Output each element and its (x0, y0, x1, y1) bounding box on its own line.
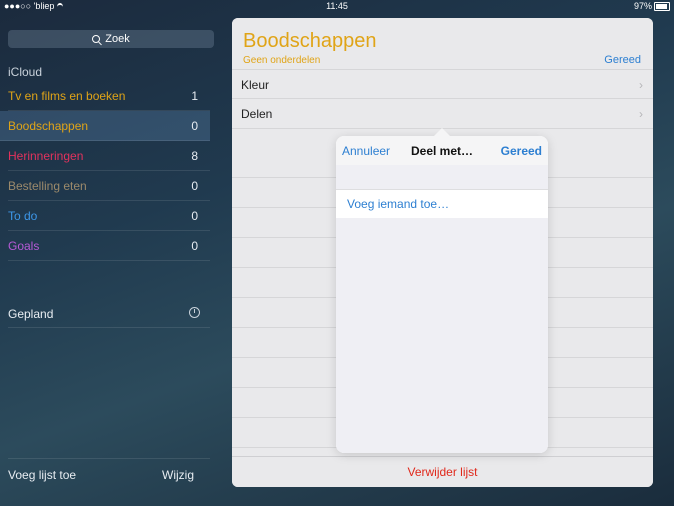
list-count: 0 (191, 119, 198, 133)
battery-percent: 97% (633, 1, 652, 11)
delete-list-button[interactable]: Verwijder lijst (232, 465, 653, 479)
popover-body (336, 218, 548, 453)
add-person-label: Voeg iemand toe… (347, 197, 450, 211)
list-name: Goals (8, 239, 40, 253)
row-delen[interactable]: Delen › (232, 98, 653, 128)
alarm-clock-icon (189, 307, 200, 318)
list-count: 8 (191, 149, 198, 163)
list-count: 0 (191, 239, 198, 253)
list-count: 0 (191, 209, 198, 223)
popover-navbar: Annuleer Deel met… Gereed (336, 136, 548, 166)
search-placeholder: Zoek (105, 33, 130, 45)
chevron-right-icon: › (639, 107, 643, 121)
sidebar-item-bestelling[interactable]: Bestelling eten 0 (8, 171, 210, 201)
row-label: Delen (241, 107, 273, 121)
status-bar: ●●●○○ 'bliep 11:45 97% (0, 0, 674, 12)
sidebar-item-boodschappen[interactable]: Boodschappen 0 (0, 111, 210, 141)
search-icon (92, 35, 101, 43)
list-title: Boodschappen (243, 30, 377, 52)
list-subtitle: Geen onderdelen (243, 55, 321, 66)
done-button[interactable]: Gereed (604, 54, 641, 66)
sidebar-item-goals[interactable]: Goals 0 (8, 231, 210, 261)
sidebar-item-gepland[interactable]: Gepland (8, 299, 210, 328)
list-name: Bestelling eten (8, 179, 87, 193)
add-person-button[interactable]: Voeg iemand toe… (336, 189, 548, 219)
sidebar-toolbar: Voeg lijst toe Wijzig (8, 458, 210, 489)
sidebar-item-tv[interactable]: Tv en films en boeken 1 (8, 81, 210, 111)
chevron-right-icon: › (639, 78, 643, 92)
list-name: Tv en films en boeken (8, 89, 126, 103)
sidebar-list: Tv en films en boeken 1 Boodschappen 0 H… (0, 81, 210, 261)
list-count: 1 (191, 89, 198, 103)
battery-icon (654, 2, 670, 11)
share-popover: Annuleer Deel met… Gereed Voeg iemand to… (336, 128, 548, 453)
section-label-icloud: iCloud (8, 65, 43, 79)
add-list-button[interactable]: Voeg lijst toe (8, 468, 76, 482)
list-footer: Verwijder lijst (232, 456, 653, 487)
list-count: 0 (191, 179, 198, 193)
edit-button[interactable]: Wijzig (162, 468, 194, 482)
sidebar-item-herinneringen[interactable]: Herinneringen 8 (8, 141, 210, 171)
planned-label: Gepland (8, 307, 54, 321)
popover-done-button[interactable]: Gereed (501, 144, 542, 158)
popover-spacer (336, 165, 548, 189)
sidebar-item-todo[interactable]: To do 0 (8, 201, 210, 231)
search-field[interactable]: Zoek (8, 30, 214, 48)
list-name: Boodschappen (8, 119, 89, 133)
row-label: Kleur (241, 78, 270, 92)
clock: 11:45 (326, 1, 348, 11)
row-kleur[interactable]: Kleur › (232, 69, 653, 99)
list-name: Herinneringen (8, 149, 84, 163)
list-name: To do (8, 209, 38, 223)
